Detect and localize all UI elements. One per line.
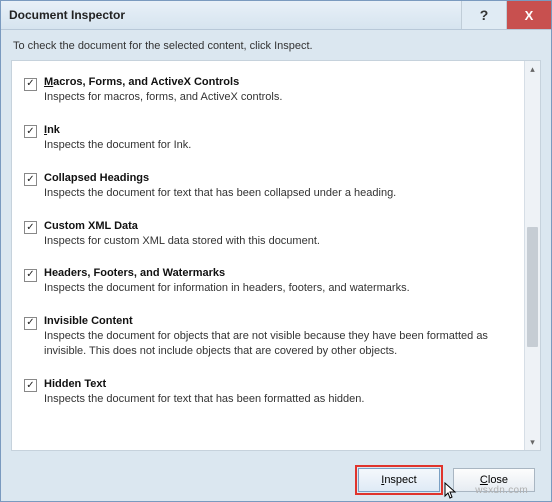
item-title: Macros, Forms, and ActiveX Controls <box>44 76 512 88</box>
item-title: Ink <box>44 124 512 136</box>
item-title: Headers, Footers, and Watermarks <box>44 267 512 279</box>
item-headers-footers: ✓ Headers, Footers, and Watermarks Inspe… <box>20 262 516 310</box>
close-icon: X <box>525 8 534 23</box>
inspection-items: ✓ Macros, Forms, and ActiveX Controls In… <box>12 61 524 425</box>
item-collapsed-headings: ✓ Collapsed Headings Inspects the docume… <box>20 167 516 215</box>
item-custom-xml: ✓ Custom XML Data Inspects for custom XM… <box>20 215 516 263</box>
help-button[interactable]: ? <box>461 1 506 29</box>
checkbox-headers-footers[interactable]: ✓ <box>24 269 37 282</box>
item-title: Hidden Text <box>44 378 512 390</box>
scroll-track[interactable] <box>525 77 540 434</box>
help-icon: ? <box>480 7 489 23</box>
item-title: Collapsed Headings <box>44 172 512 184</box>
checkbox-collapsed-headings[interactable]: ✓ <box>24 173 37 186</box>
item-macros: ✓ Macros, Forms, and ActiveX Controls In… <box>20 71 516 119</box>
document-inspector-dialog: Document Inspector ? X To check the docu… <box>0 0 552 502</box>
inspect-highlight: Inspect <box>355 465 443 495</box>
item-desc: Inspects the document for text that has … <box>44 392 512 407</box>
scroll-up-icon[interactable]: ▴ <box>525 61 540 77</box>
item-desc: Inspects for custom XML data stored with… <box>44 234 512 249</box>
close-button[interactable]: X <box>506 1 551 29</box>
inspect-button[interactable]: Inspect <box>358 468 440 492</box>
dialog-title: Document Inspector <box>9 8 461 22</box>
checkbox-macros[interactable]: ✓ <box>24 78 37 91</box>
item-title: Invisible Content <box>44 315 512 327</box>
scroll-viewport: ✓ Macros, Forms, and ActiveX Controls In… <box>12 61 524 450</box>
checkbox-custom-xml[interactable]: ✓ <box>24 221 37 234</box>
instruction-text: To check the document for the selected c… <box>1 30 551 60</box>
item-desc: Inspects the document for text that has … <box>44 186 512 201</box>
watermark: wsxdn.com <box>475 485 528 496</box>
content-area: ✓ Macros, Forms, and ActiveX Controls In… <box>11 60 541 451</box>
checkbox-invisible-content[interactable]: ✓ <box>24 317 37 330</box>
item-title: Custom XML Data <box>44 220 512 232</box>
item-desc: Inspects the document for information in… <box>44 281 512 296</box>
scroll-thumb[interactable] <box>527 227 538 347</box>
dialog-footer: Inspect Close <box>1 459 551 501</box>
scrollbar[interactable]: ▴ ▾ <box>524 61 540 450</box>
title-buttons: ? X <box>461 1 551 29</box>
item-desc: Inspects for macros, forms, and ActiveX … <box>44 90 512 105</box>
item-ink: ✓ Ink Inspects the document for Ink. <box>20 119 516 167</box>
item-desc: Inspects the document for objects that a… <box>44 329 512 359</box>
titlebar: Document Inspector ? X <box>1 1 551 30</box>
item-invisible-content: ✓ Invisible Content Inspects the documen… <box>20 310 516 373</box>
scroll-down-icon[interactable]: ▾ <box>525 434 540 450</box>
checkbox-hidden-text[interactable]: ✓ <box>24 379 37 392</box>
item-desc: Inspects the document for Ink. <box>44 138 512 153</box>
checkbox-ink[interactable]: ✓ <box>24 125 37 138</box>
item-hidden-text: ✓ Hidden Text Inspects the document for … <box>20 373 516 421</box>
